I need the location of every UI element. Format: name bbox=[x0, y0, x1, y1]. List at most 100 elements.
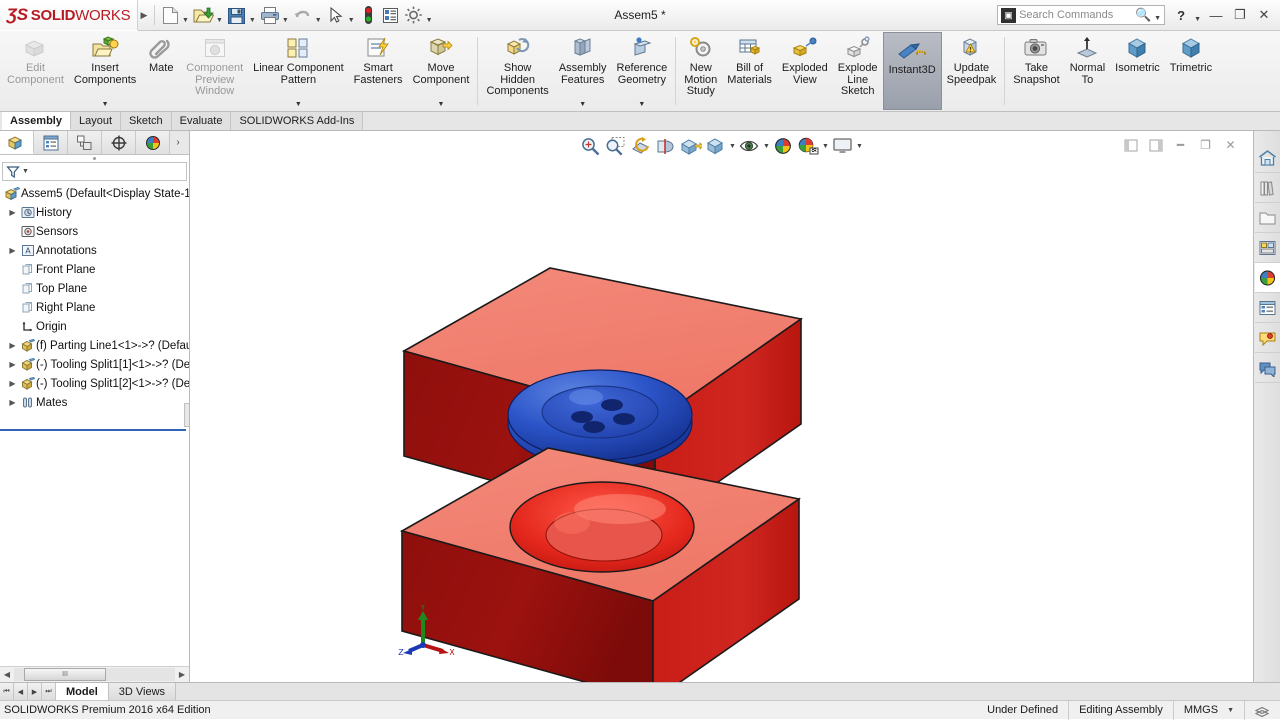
show-hidden-components-button[interactable]: Show Hidden Components bbox=[481, 31, 553, 111]
exploded-view-button[interactable]: Exploded View bbox=[777, 31, 833, 111]
options-button[interactable] bbox=[402, 2, 425, 28]
expand-arrow-icon[interactable]: ▶ bbox=[6, 379, 19, 388]
scroll-left-arrow-icon[interactable]: ◀ bbox=[0, 670, 14, 679]
update-speedpak-button[interactable]: Update Speedpak bbox=[942, 31, 1002, 111]
tree-item-annotations[interactable]: ▶ A Annotations bbox=[0, 241, 189, 260]
restore-left-pane-button[interactable] bbox=[1118, 134, 1143, 156]
mate-button[interactable]: Mate bbox=[141, 31, 181, 111]
select-dropdown[interactable]: ▼ bbox=[347, 17, 358, 24]
reference-geometry-dropdown-arrow[interactable]: ▼ bbox=[638, 101, 645, 108]
scroll-right-arrow-icon[interactable]: ▶ bbox=[175, 670, 189, 679]
feature-tree[interactable]: Assem5 (Default<Display State-1 ▶ Histor… bbox=[0, 181, 189, 666]
assembly-features-dropdown-arrow[interactable]: ▼ bbox=[579, 101, 586, 108]
instant3d-button[interactable]: Instant3D bbox=[882, 32, 942, 110]
file-explorer-button[interactable] bbox=[1254, 203, 1280, 233]
linear-component-pattern-button[interactable]: Linear Component Pattern ▼ bbox=[248, 31, 349, 111]
section-view-button[interactable] bbox=[653, 134, 678, 158]
search-commands-box[interactable]: ▣ Search Commands 🔍 ▼ bbox=[997, 5, 1166, 25]
search-icon[interactable]: 🔍 bbox=[1135, 7, 1151, 23]
tree-item-origin[interactable]: Origin bbox=[0, 317, 189, 336]
insert-components-dropdown-arrow[interactable]: ▼ bbox=[102, 101, 109, 108]
last-tab-button[interactable]: ⏭ bbox=[42, 683, 56, 700]
isometric-button[interactable]: Isometric bbox=[1110, 31, 1165, 111]
view-orientation-button[interactable] bbox=[678, 134, 703, 158]
assembly-features-button[interactable]: Assembly Features ▼ bbox=[554, 31, 612, 111]
units-selector[interactable]: MMGS ▼ bbox=[1172, 700, 1244, 720]
filter-dropdown-arrow[interactable]: ▼ bbox=[22, 168, 29, 175]
tree-item-front-plane[interactable]: Front Plane bbox=[0, 260, 189, 279]
tab-layout[interactable]: Layout bbox=[70, 112, 122, 130]
scrollbar-thumb[interactable]: III bbox=[24, 668, 106, 681]
display-style-dropdown[interactable]: ▼ bbox=[728, 143, 737, 150]
expand-arrow-icon[interactable]: ▶ bbox=[6, 360, 19, 369]
view-settings-display-button[interactable] bbox=[830, 134, 855, 158]
tab-evaluate[interactable]: Evaluate bbox=[171, 112, 232, 130]
previous-tab-button[interactable]: ◀ bbox=[14, 683, 28, 700]
tree-item-mates[interactable]: ▶ Mates bbox=[0, 393, 189, 412]
restore-window-button[interactable]: ❐ bbox=[1228, 4, 1252, 26]
explode-line-sketch-button[interactable]: Explode Line Sketch bbox=[833, 31, 883, 111]
display-manager-tab[interactable] bbox=[136, 131, 170, 154]
tab-solidworks-addins[interactable]: SOLIDWORKS Add-Ins bbox=[231, 112, 364, 130]
view-settings-display-dropdown[interactable]: ▼ bbox=[855, 143, 864, 150]
move-component-button[interactable]: Move Component ▼ bbox=[408, 31, 475, 111]
feature-tree-filter-bar[interactable]: ▼ bbox=[2, 162, 187, 181]
expand-arrow-icon[interactable]: ▶ bbox=[6, 208, 19, 217]
expand-arrow-icon[interactable]: ▶ bbox=[6, 341, 19, 350]
smart-fasteners-button[interactable]: Smart Fasteners bbox=[349, 31, 408, 111]
share-view-button[interactable] bbox=[1254, 353, 1280, 383]
tree-item-right-plane[interactable]: Right Plane bbox=[0, 298, 189, 317]
open-document-button[interactable] bbox=[192, 2, 215, 28]
save-document-dropdown[interactable]: ▼ bbox=[248, 17, 259, 24]
minimize-document-button[interactable]: ━ bbox=[1168, 134, 1193, 156]
graphics-area[interactable]: ▼ ▼ ▼ ▼ ━ ❐ ✕ Y X Z bbox=[190, 131, 1253, 682]
edit-appearance-button[interactable] bbox=[771, 134, 796, 158]
feature-manager-splitter[interactable] bbox=[0, 155, 189, 162]
dimxpert-manager-tab[interactable] bbox=[102, 131, 136, 154]
tree-item-history[interactable]: ▶ History bbox=[0, 203, 189, 222]
minimize-window-button[interactable]: — bbox=[1204, 4, 1228, 26]
appearances-scenes-button[interactable] bbox=[1254, 263, 1280, 293]
normal-to-button[interactable]: Normal To bbox=[1065, 31, 1110, 111]
tree-item-top-plane[interactable]: Top Plane bbox=[0, 279, 189, 298]
solidworks-resources-button[interactable] bbox=[1254, 143, 1280, 173]
doc-tab-3d-views[interactable]: 3D Views bbox=[108, 683, 177, 700]
expand-arrow-icon[interactable]: ▶ bbox=[6, 246, 19, 255]
first-tab-button[interactable]: ⏮ bbox=[0, 683, 14, 700]
search-dropdown[interactable]: ▼ bbox=[1153, 15, 1164, 22]
zoom-to-area-button[interactable] bbox=[603, 134, 628, 158]
solidworks-forum-button[interactable] bbox=[1254, 323, 1280, 353]
search-input[interactable]: Search Commands bbox=[1019, 9, 1135, 21]
open-document-dropdown[interactable]: ▼ bbox=[215, 17, 226, 24]
tree-item-tooling-split1-1[interactable]: ▶ (-) Tooling Split1[1]<1>->? (De bbox=[0, 355, 189, 374]
zoom-to-fit-button[interactable] bbox=[578, 134, 603, 158]
trimetric-button[interactable]: Trimetric bbox=[1165, 31, 1217, 111]
button-part[interactable] bbox=[507, 369, 693, 469]
print-document-button[interactable] bbox=[259, 2, 281, 28]
more-tabs-chevron-icon[interactable]: › bbox=[170, 131, 186, 154]
scrollbar-track[interactable]: III bbox=[14, 668, 175, 681]
insert-components-button[interactable]: Insert Components ▼ bbox=[69, 31, 141, 111]
previous-view-button[interactable] bbox=[628, 134, 653, 158]
close-window-button[interactable]: ✕ bbox=[1252, 4, 1276, 26]
print-document-dropdown[interactable]: ▼ bbox=[281, 17, 292, 24]
feature-tree-horizontal-scrollbar[interactable]: ◀ III ▶ bbox=[0, 666, 189, 682]
undo-button[interactable] bbox=[292, 2, 314, 28]
edit-component-button[interactable]: Edit Component bbox=[2, 31, 69, 111]
model-view[interactable] bbox=[190, 131, 1253, 682]
custom-properties-button[interactable] bbox=[1254, 293, 1280, 323]
tree-item-parting-line1[interactable]: ▶ (f) Parting Line1<1>->? (Defau bbox=[0, 336, 189, 355]
help-button[interactable]: ? bbox=[1169, 4, 1193, 26]
tree-item-tooling-split1-2[interactable]: ▶ (-) Tooling Split1[2]<1>->? (De bbox=[0, 374, 189, 393]
rollback-bar[interactable] bbox=[0, 429, 186, 431]
apply-scene-dropdown[interactable]: ▼ bbox=[821, 143, 830, 150]
property-manager-tab[interactable] bbox=[34, 131, 68, 154]
restore-right-pane-button[interactable] bbox=[1143, 134, 1168, 156]
help-dropdown[interactable]: ▼ bbox=[1193, 16, 1204, 23]
move-component-dropdown-arrow[interactable]: ▼ bbox=[438, 101, 445, 108]
apply-scene-button[interactable] bbox=[796, 134, 821, 158]
bill-of-materials-button[interactable]: Bill of Materials bbox=[722, 31, 777, 111]
undo-dropdown[interactable]: ▼ bbox=[314, 17, 325, 24]
close-document-button[interactable]: ✕ bbox=[1218, 134, 1243, 156]
featuremanager-design-tree-tab[interactable] bbox=[0, 131, 34, 154]
